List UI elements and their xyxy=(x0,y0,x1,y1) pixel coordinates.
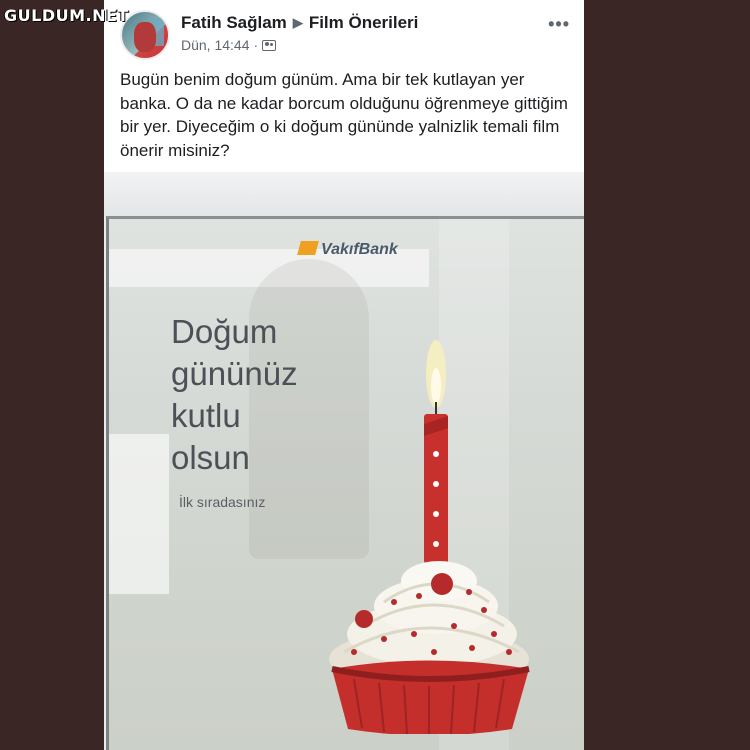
post-body: Bugün benim doğum günüm. Ama bir tek kut… xyxy=(120,70,568,160)
bank-logo-mark xyxy=(297,241,319,255)
group-name[interactable]: Film Önerileri xyxy=(309,13,419,32)
author-name[interactable]: Fatih Sağlam xyxy=(181,13,287,32)
bank-logo: VakıfBank xyxy=(297,241,398,259)
post-header: Fatih Sağlam ▶ Film Önerileri Dün, 14:44 · … xyxy=(104,0,584,62)
watermark: GULDUM.NET xyxy=(4,6,129,25)
group-icon xyxy=(262,40,277,51)
post-photo[interactable]: VakıfBank Doğum gününüz kutlu olsun İlk … xyxy=(104,172,584,750)
queue-subtext: İlk sıradasınız xyxy=(179,494,266,510)
more-horizontal-icon[interactable]: ••• xyxy=(548,14,570,35)
arrow-right-icon: ▶ xyxy=(292,15,303,30)
facebook-post-card: Fatih Sağlam ▶ Film Önerileri Dün, 14:44 · … xyxy=(104,0,584,750)
atm-screen: VakıfBank Doğum gününüz kutlu olsun İlk … xyxy=(106,216,584,750)
candle-flame-icon xyxy=(426,340,446,408)
cupcake-liner xyxy=(331,660,530,734)
post-timestamp[interactable]: Dün, 14:44 xyxy=(181,37,250,53)
post-meta: Dün, 14:44 · xyxy=(181,37,277,53)
author-line: Fatih Sağlam ▶ Film Önerileri xyxy=(181,13,418,33)
atm-bezel xyxy=(104,172,584,216)
bank-name: VakıfBank xyxy=(321,241,398,258)
cupcake-illustration xyxy=(329,340,530,734)
candle xyxy=(424,414,448,564)
